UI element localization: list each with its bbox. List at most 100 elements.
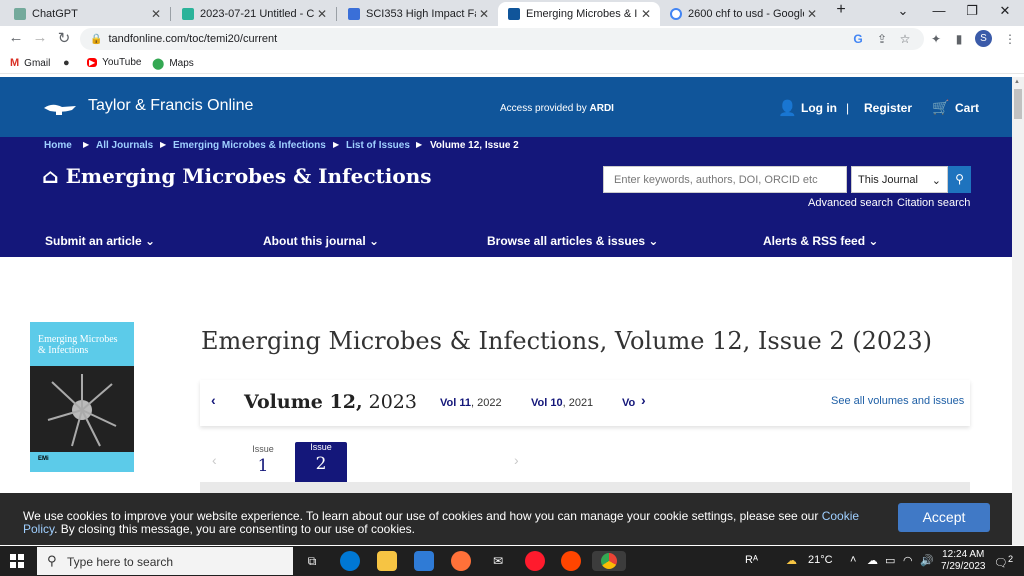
- profile-avatar[interactable]: S: [975, 30, 992, 47]
- site-logo-text[interactable]: Taylor & Francis Online: [88, 97, 253, 115]
- prev-issue-chevron-icon[interactable]: ‹: [212, 452, 217, 468]
- extensions-puzzle-icon[interactable]: ✦: [928, 32, 944, 46]
- volume-link[interactable]: Vo: [622, 397, 635, 409]
- breadcrumb-current: Volume 12, Issue 2: [430, 140, 519, 151]
- reddit-icon[interactable]: [561, 551, 581, 571]
- close-tab-icon[interactable]: ✕: [314, 7, 330, 21]
- browser-tab-active[interactable]: Emerging Microbes & Infectio ✕: [498, 2, 660, 26]
- taskbar-search-input[interactable]: ⚲ Type here to search: [37, 547, 293, 575]
- volume-icon[interactable]: 🔊: [920, 554, 934, 567]
- bookmark-globe[interactable]: ●: [63, 57, 75, 69]
- bookmark-youtube[interactable]: ▶ YouTube: [87, 57, 141, 68]
- close-tab-icon[interactable]: ✕: [638, 7, 654, 21]
- page-scrollbar[interactable]: ▲: [1012, 77, 1024, 545]
- menu-browse-articles[interactable]: Browse all articles & issues ⌄: [487, 234, 658, 248]
- issue-tab[interactable]: Issue 1: [237, 444, 289, 486]
- address-bar[interactable]: 🔒 tandfonline.com/toc/temi20/current: [80, 28, 924, 50]
- volume-link[interactable]: Vol 10, 2021: [531, 397, 593, 409]
- battery-icon[interactable]: ▭: [885, 554, 895, 567]
- notifications-icon[interactable]: 🗨2: [994, 554, 1013, 570]
- cookie-banner: We use cookies to improve your website e…: [0, 493, 1012, 545]
- close-window-icon[interactable]: ✕: [990, 3, 1020, 19]
- user-icon[interactable]: 👤: [778, 99, 797, 117]
- cover-title-line: & Infections: [38, 345, 89, 356]
- cart-link[interactable]: Cart: [955, 101, 979, 115]
- browser-tab[interactable]: 2023-07-21 Untitled - Copyai ✕: [172, 2, 336, 26]
- cookie-text: We use cookies to improve your website e…: [23, 509, 822, 523]
- forward-arrow-icon[interactable]: →: [30, 29, 50, 46]
- volume-year: , 2021: [562, 397, 594, 409]
- windows-start-icon[interactable]: [10, 554, 24, 568]
- system-clock[interactable]: 12:24 AM 7/29/2023: [941, 549, 986, 573]
- bookmark-star-icon[interactable]: ☆: [897, 32, 913, 46]
- journal-cover-image[interactable]: Emerging Microbes & Infections EMi: [30, 322, 134, 472]
- menu-about-journal[interactable]: About this journal ⌄: [263, 234, 379, 248]
- menu-kebab-icon[interactable]: ⋮: [1002, 32, 1018, 46]
- citation-search-link[interactable]: Citation search: [897, 197, 970, 209]
- menu-label: Alerts & RSS feed: [763, 234, 866, 248]
- back-arrow-icon[interactable]: ←: [6, 29, 26, 46]
- search-scope-select[interactable]: This Journal ⌄: [851, 166, 948, 193]
- breadcrumb-journal[interactable]: Emerging Microbes & Infections: [173, 140, 326, 151]
- chevron-down-icon: ⌄: [141, 234, 156, 248]
- minimize-icon[interactable]: —: [924, 3, 954, 18]
- cart-icon[interactable]: 🛒: [932, 99, 949, 116]
- breadcrumb-list-of-issues[interactable]: List of Issues: [346, 140, 410, 151]
- taskbar-search-placeholder: Type here to search: [67, 555, 174, 569]
- file-explorer-icon[interactable]: [377, 551, 397, 571]
- close-tab-icon[interactable]: ✕: [804, 7, 820, 21]
- scrollbar-thumb[interactable]: [1014, 89, 1022, 119]
- advanced-search-link[interactable]: Advanced search: [808, 197, 893, 209]
- browser-tab[interactable]: 2600 chf to usd - Google Sea ✕: [660, 2, 826, 26]
- login-link[interactable]: Log in: [801, 101, 837, 115]
- firefox-icon[interactable]: [451, 551, 471, 571]
- close-tab-icon[interactable]: ✕: [148, 7, 164, 21]
- search-input[interactable]: Enter keywords, authors, DOI, ORCID etc: [603, 166, 847, 193]
- reload-icon[interactable]: ↻: [54, 29, 74, 47]
- next-issue-chevron-icon[interactable]: ›: [514, 452, 519, 468]
- tandf-favicon-icon: [508, 8, 520, 20]
- google-lens-icon[interactable]: G: [850, 32, 866, 46]
- tray-expand-icon[interactable]: ˄: [850, 554, 856, 566]
- bookmark-maps[interactable]: ⬤ Maps: [152, 57, 194, 70]
- google-favicon-icon: [670, 8, 682, 20]
- menu-submit-article[interactable]: Submit an article ⌄: [45, 234, 155, 248]
- journal-title[interactable]: ⌂ Emerging Microbes & Infections: [42, 164, 432, 188]
- close-tab-icon[interactable]: ✕: [476, 7, 492, 21]
- maximize-icon[interactable]: ❐: [957, 3, 987, 19]
- edge-icon[interactable]: [340, 551, 360, 571]
- new-tab-button[interactable]: +: [826, 1, 856, 19]
- accept-cookies-button[interactable]: Accept: [898, 503, 990, 532]
- see-all-volumes-link[interactable]: See all volumes and issues: [831, 395, 964, 407]
- browser-tab[interactable]: ChatGPT ✕: [4, 2, 170, 26]
- next-volume-chevron-icon[interactable]: ›: [641, 392, 646, 408]
- side-panel-icon[interactable]: ▮: [951, 32, 967, 46]
- prev-volume-chevron-icon[interactable]: ‹: [211, 392, 216, 408]
- search-icon: ⚲: [955, 172, 964, 186]
- mail-icon[interactable]: ✉: [488, 551, 508, 571]
- register-link[interactable]: Register: [864, 101, 912, 115]
- opera-icon[interactable]: [525, 551, 545, 571]
- share-icon[interactable]: ⇪: [874, 32, 890, 46]
- onedrive-icon[interactable]: ☁: [867, 554, 878, 567]
- bookmark-gmail[interactable]: M Gmail: [10, 57, 50, 69]
- store-icon[interactable]: [414, 551, 434, 571]
- access-provided-text: Access provided by ARDI: [500, 103, 614, 114]
- issue-tab-selected[interactable]: Issue 2: [295, 442, 347, 486]
- weather-icon[interactable]: ☁: [786, 554, 797, 567]
- task-view-icon[interactable]: ⧉: [302, 551, 322, 571]
- scroll-up-icon[interactable]: ▲: [1014, 79, 1020, 85]
- tab-search-chevron-icon[interactable]: ⌄: [888, 3, 918, 19]
- current-volume-year: 2023: [368, 391, 417, 413]
- breadcrumb-all-journals[interactable]: All Journals: [96, 140, 153, 151]
- breadcrumb-home[interactable]: Home: [44, 140, 72, 151]
- browser-tab[interactable]: SCI353 High Impact Factor Jo ✕: [338, 2, 498, 26]
- tab-title: ChatGPT: [32, 8, 78, 20]
- chrome-icon[interactable]: [592, 551, 626, 571]
- search-button[interactable]: ⚲: [948, 166, 971, 193]
- volume-link[interactable]: Vol 11, 2022: [440, 397, 502, 409]
- wifi-icon[interactable]: ◠: [903, 554, 913, 567]
- people-icon[interactable]: Rᴬ: [745, 554, 758, 566]
- menu-alerts-rss[interactable]: Alerts & RSS feed ⌄: [763, 234, 878, 248]
- weather-temp[interactable]: 21°C: [808, 554, 833, 566]
